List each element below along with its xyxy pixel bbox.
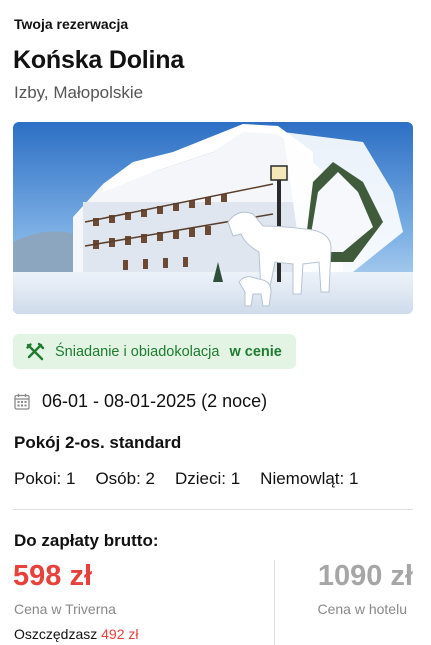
savings-amount: 492 zł bbox=[101, 626, 139, 642]
room-type: Pokój 2-os. standard bbox=[14, 433, 182, 452]
reservation-header: Twoja rezerwacja bbox=[14, 16, 129, 32]
guests-count: Osób: 2 bbox=[95, 469, 155, 488]
hotel-price: 1090 zł bbox=[317, 560, 413, 592]
occupancy-summary: Pokoi: 1 Osób: 2 Dzieci: 1 Niemowląt: 1 bbox=[14, 469, 358, 489]
board-badge: Śniadanie i obiadokolacja w cenie bbox=[13, 334, 296, 369]
triverna-price-caption: Cena w Triverna bbox=[14, 601, 116, 617]
calendar-icon bbox=[14, 393, 30, 410]
stay-dates: 06-01 - 08-01-2025 (2 noce) bbox=[14, 391, 267, 412]
savings-label: Oszczędzasz bbox=[14, 626, 98, 642]
divider bbox=[13, 509, 413, 510]
fork-knife-icon bbox=[26, 342, 45, 360]
savings-note: Oszczędzasz 492 zł bbox=[14, 626, 139, 642]
hotel-name: Końska Dolina bbox=[13, 46, 185, 74]
hotel-photo bbox=[13, 122, 413, 314]
board-included: w cenie bbox=[229, 343, 282, 360]
rooms-count: Pokoi: 1 bbox=[14, 469, 76, 488]
children-count: Dzieci: 1 bbox=[174, 469, 241, 488]
hotel-location: Izby, Małopolskie bbox=[14, 83, 144, 102]
board-text: Śniadanie i obiadokolacja bbox=[55, 343, 220, 360]
infants-count: Niemowląt: 1 bbox=[260, 469, 359, 488]
payment-label: Do zapłaty brutto: bbox=[14, 531, 159, 550]
triverna-price: 598 zł bbox=[13, 560, 92, 592]
stay-dates-text: 06-01 - 08-01-2025 (2 noce) bbox=[42, 391, 268, 411]
hotel-price-caption: Cena w hotelu bbox=[317, 601, 407, 617]
price-divider bbox=[274, 560, 275, 645]
